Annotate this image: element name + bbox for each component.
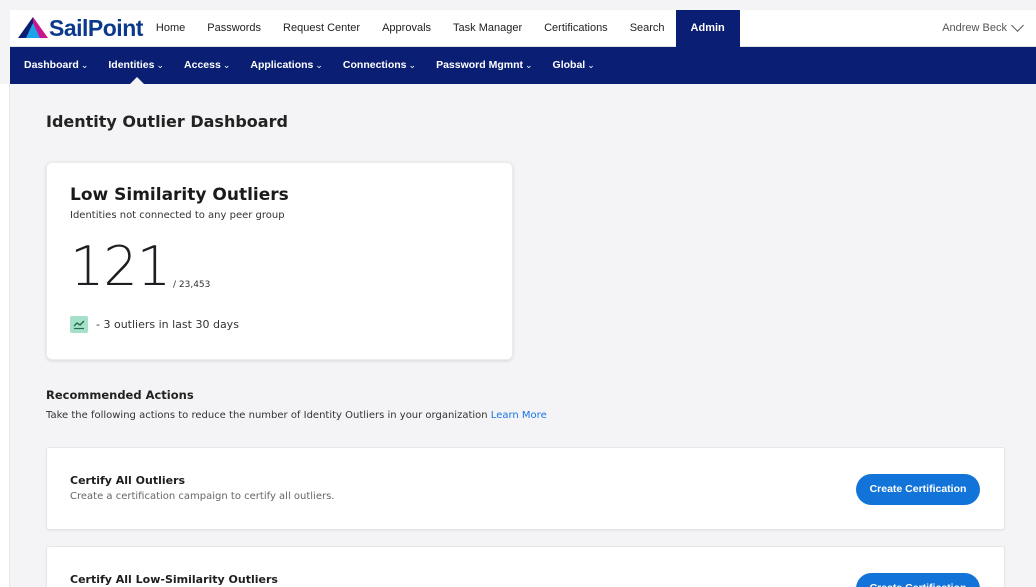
recommended-actions-description: Take the following actions to reduce the… [46,410,547,421]
action-title: Certify All Outliers [70,474,186,487]
subnav-identities-label: Identities [108,59,155,71]
user-menu[interactable]: Andrew Beck [942,19,1036,34]
action-description: Create a certification campaign to certi… [70,491,335,502]
chevron-down-icon [1011,19,1024,32]
subnav-access[interactable]: Access ⌄ [178,47,237,84]
subnav-password-mgmnt-label: Password Mgmnt [436,59,523,71]
topnav-passwords[interactable]: Passwords [196,10,272,47]
sailpoint-logo-icon [18,17,48,38]
subnav-access-label: Access [184,59,221,71]
admin-sub-navigation: Dashboard ⌄ Identities ⌄ Access ⌄ Applicati… [10,47,1036,84]
subnav-connections-label: Connections [342,59,407,71]
subnav-connections[interactable]: Connections ⌄ [337,47,423,84]
recommended-actions-title: Recommended Actions [46,388,194,402]
subnav-applications[interactable]: Applications ⌄ [244,47,330,84]
chevron-down-icon: ⌄ [222,60,231,70]
sailpoint-logo[interactable]: SailPoint [18,10,143,47]
subnav-dashboard[interactable]: Dashboard ⌄ [10,47,95,84]
brand-name: SailPoint [49,14,143,41]
subnav-identities[interactable]: Identities ⌄ [102,47,171,84]
action-card-certify-low-similarity-outliers: Certify All Low-Similarity Outliers Crea… [46,546,1005,587]
learn-more-link[interactable]: Learn More [491,410,547,421]
chevron-down-icon: ⌄ [408,60,417,70]
trend-text: - 3 outliers in last 30 days [96,318,239,331]
top-navigation-bar: SailPoint Home Passwords Request Center … [10,9,1036,47]
chevron-down-icon: ⌄ [315,60,323,70]
left-edge-panel [0,84,10,587]
low-similarity-outliers-card[interactable]: Low Similarity Outliers Identities not c… [46,162,513,360]
action-title: Certify All Low-Similarity Outliers [70,573,278,586]
create-certification-button[interactable]: Create Certification [856,573,980,587]
identity-total: / 23,453 [173,280,211,290]
page-title: Identity Outlier Dashboard [46,112,288,131]
chevron-down-icon: ⌄ [80,60,89,70]
chevron-down-icon: ⌄ [156,60,165,70]
topnav-certifications[interactable]: Certifications [533,10,619,47]
topnav-task-manager[interactable]: Task Manager [442,10,533,47]
topnav-search[interactable]: Search [619,10,676,47]
subnav-dashboard-label: Dashboard [24,59,79,71]
topnav-request-center[interactable]: Request Center [272,10,371,47]
user-name: Andrew Beck [942,22,1007,34]
top-nav-menu: Home Passwords Request Center Approvals … [145,9,740,47]
create-certification-button[interactable]: Create Certification [856,474,980,505]
topnav-admin[interactable]: Admin [675,9,740,47]
action-card-certify-all-outliers: Certify All Outliers Create a certificat… [46,447,1005,530]
chevron-down-icon: ⌄ [587,60,595,70]
card-subtitle: Identities not connected to any peer gro… [70,210,285,221]
subnav-global-label: Global [552,59,586,71]
chevron-down-icon: ⌄ [525,60,533,70]
trend-chart-icon [70,316,88,333]
topnav-home[interactable]: Home [145,10,196,47]
subnav-password-mgmnt[interactable]: Password Mgmnt ⌄ [430,47,539,84]
card-title: Low Similarity Outliers [70,185,289,205]
subnav-global[interactable]: Global ⌄ [547,47,602,84]
outlier-count: 121 [70,235,171,298]
recommended-description-text: Take the following actions to reduce the… [46,410,491,421]
subnav-applications-label: Applications [250,59,314,71]
topnav-approvals[interactable]: Approvals [371,10,442,47]
